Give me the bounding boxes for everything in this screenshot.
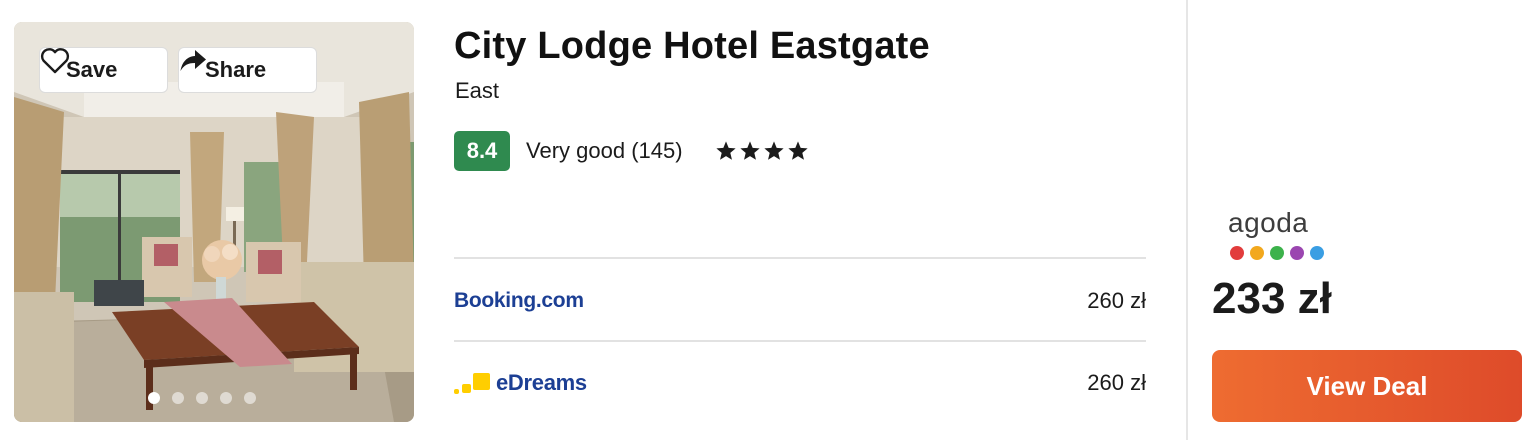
agoda-logo-dots bbox=[1230, 246, 1324, 260]
carousel-dot[interactable] bbox=[243, 392, 256, 404]
star-icon bbox=[787, 141, 808, 160]
offer-price: 260 zł bbox=[1087, 370, 1146, 395]
agoda-logo: agoda bbox=[1228, 207, 1309, 238]
share-label: Share bbox=[205, 57, 267, 82]
column-divider bbox=[1186, 0, 1188, 440]
offer-row-booking[interactable]: Booking.com 260 zł bbox=[454, 271, 1146, 331]
view-deal-button[interactable]: View Deal bbox=[1212, 350, 1522, 422]
carousel-dots[interactable] bbox=[14, 392, 414, 404]
rating-row: 8.4 Very good (145) bbox=[454, 131, 809, 171]
hotel-name[interactable]: City Lodge Hotel Eastgate bbox=[454, 22, 930, 70]
carousel-dot[interactable] bbox=[219, 392, 232, 404]
divider bbox=[454, 257, 1146, 259]
edreams-logo: eDreams bbox=[454, 372, 587, 394]
share-button[interactable]: Share bbox=[178, 47, 317, 93]
star-icon bbox=[763, 141, 784, 160]
review-summary: Very good (145) bbox=[526, 138, 683, 163]
save-button[interactable]: Save bbox=[39, 47, 168, 93]
carousel-dot[interactable] bbox=[147, 392, 160, 404]
hotel-result-card: Save Share City Lodge Hotel Eastgate Eas… bbox=[0, 0, 1540, 440]
edreams-mark-icon bbox=[454, 372, 490, 394]
hotel-photo[interactable]: Save Share bbox=[14, 22, 414, 422]
carousel-dot[interactable] bbox=[171, 392, 184, 404]
carousel-dot[interactable] bbox=[195, 392, 208, 404]
edreams-wordmark: eDreams bbox=[496, 370, 587, 395]
offer-price: 260 zł bbox=[1087, 288, 1146, 313]
hotel-location: East bbox=[455, 78, 500, 103]
star-icon bbox=[715, 141, 736, 160]
divider bbox=[454, 340, 1146, 342]
star-icon bbox=[739, 141, 760, 160]
best-price: 233 zł bbox=[1212, 274, 1332, 323]
review-score-badge: 8.4 bbox=[454, 131, 510, 171]
hotel-star-rating bbox=[715, 140, 809, 162]
save-label: Save bbox=[66, 57, 118, 82]
booking-com-logo: Booking.com bbox=[454, 289, 584, 312]
offer-row-edreams[interactable]: eDreams 260 zł bbox=[454, 353, 1146, 413]
